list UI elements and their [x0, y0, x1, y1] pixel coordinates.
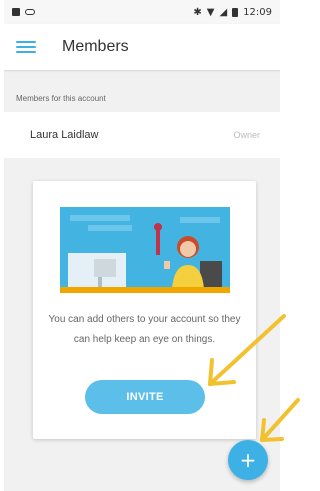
- annotation-arrow-icon: [260, 398, 300, 442]
- member-row[interactable]: Laura Laidlaw Owner: [4, 112, 280, 158]
- hamburger-menu-icon[interactable]: [16, 41, 36, 53]
- invite-button[interactable]: INVITE: [85, 380, 205, 414]
- signal-icon: ◢: [219, 6, 228, 18]
- bluetooth-icon: ✱: [193, 6, 202, 18]
- page-title: Members: [62, 38, 129, 55]
- app-bar: Members: [4, 24, 280, 70]
- member-name: Laura Laidlaw: [30, 129, 99, 141]
- cloud-icon: [25, 9, 35, 15]
- status-time: 12:09: [243, 6, 272, 18]
- invite-card: You can add others to your account so th…: [33, 181, 256, 439]
- phone-screen: ✱ ▼ ◢ 12:09 Members Members for this acc…: [4, 0, 280, 491]
- annotation-arrow-icon: [208, 314, 286, 386]
- section-label: Members for this account: [16, 94, 106, 103]
- plus-icon: +: [239, 448, 257, 472]
- battery-icon: [232, 7, 239, 17]
- wifi-icon: ▼: [206, 6, 215, 18]
- notification-icon: [12, 8, 20, 16]
- member-role: Owner: [233, 130, 260, 140]
- woman-at-desk-illustration: [60, 207, 230, 293]
- status-bar: ✱ ▼ ◢ 12:09: [4, 0, 280, 24]
